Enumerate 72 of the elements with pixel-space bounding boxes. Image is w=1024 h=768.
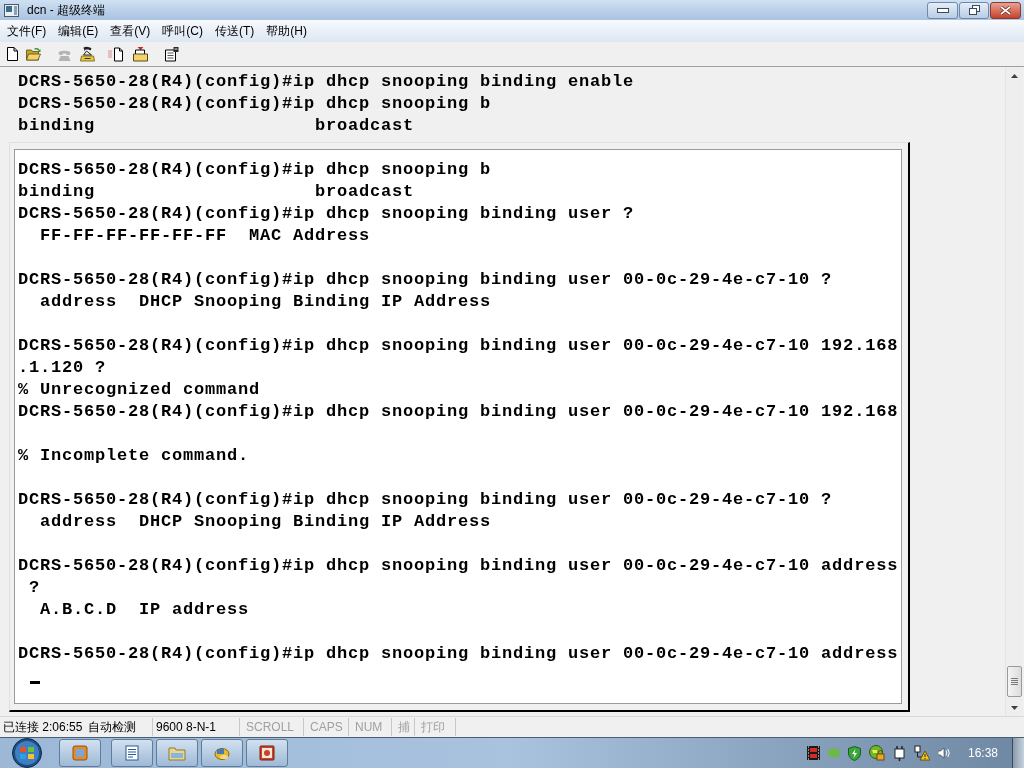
port-settings: 9600 8-N-1 <box>156 720 217 734</box>
minimize-button[interactable] <box>927 1 958 19</box>
restore-icon <box>968 5 980 15</box>
document-icon[interactable] <box>4 46 21 62</box>
scroll-thumb[interactable] <box>1006 666 1022 697</box>
send-document-icon[interactable] <box>107 46 124 62</box>
grip-icon <box>1010 678 1018 685</box>
menu-item[interactable]: 帮助(H) <box>260 23 313 39</box>
detection-status: 自动检测 <box>88 720 137 734</box>
terminal-line: FF-FF-FF-FF-FF-FF MAC Address <box>40 225 371 247</box>
folder-icon <box>168 745 186 761</box>
taskbar-button[interactable] <box>111 739 153 767</box>
restore-button[interactable] <box>959 1 989 19</box>
presentation-icon <box>259 745 275 761</box>
terminal-line: .1.120 ? <box>18 357 106 379</box>
terminal-line: DCRS-5650-28(R4)(config)#ip dhcp snooping b <box>18 93 492 115</box>
close-button[interactable] <box>990 1 1021 19</box>
terminal-line: DCRS-5650-28(R4)(config)#ip dhcp snooping binding user 00-0c-29-4e-c7-10 ? <box>18 489 833 511</box>
start-orb-icon[interactable] <box>9 738 45 768</box>
network-warning-icon[interactable] <box>913 745 930 761</box>
taskbar-button[interactable] <box>201 739 243 767</box>
terminal-line: binding broadcast <box>18 181 415 203</box>
terminal-line: DCRS-5650-28(R4)(config)#ip dhcp snooping binding user 00-0c-29-4e-c7-10 ? <box>18 269 833 291</box>
close-icon <box>1000 5 1011 15</box>
terminal-line: binding broadcast <box>18 115 415 137</box>
connection-status: 已连接 2:06:55 <box>3 720 83 734</box>
terminal-line: % Incomplete command. <box>18 445 250 467</box>
speaker-icon[interactable] <box>937 747 950 759</box>
globe-lock-icon[interactable] <box>868 745 885 761</box>
terminal-line: % Unrecognized command <box>18 379 261 401</box>
film-strip-icon[interactable] <box>806 746 820 760</box>
taskbar-button[interactable] <box>246 739 288 767</box>
menu-item[interactable]: 传送(T) <box>209 23 261 39</box>
document-icon <box>124 745 140 761</box>
status-indicator: 捕 <box>398 720 410 734</box>
cursor-icon <box>30 681 40 684</box>
terminal-line: DCRS-5650-28(R4)(config)#ip dhcp snooping b <box>18 159 492 181</box>
app-icon <box>4 3 19 17</box>
status-indicator: SCROLL <box>246 720 295 734</box>
receive-document-icon[interactable] <box>132 46 149 62</box>
status-indicator: 打印 <box>421 720 445 734</box>
terminal-line: DCRS-5650-28(R4)(config)#ip dhcp snooping binding user 00-0c-29-4e-c7-10 address <box>18 555 899 577</box>
down-arrow-icon[interactable] <box>1010 705 1018 710</box>
minimize-icon <box>936 7 949 13</box>
app-icon <box>213 745 231 761</box>
telephone-icon[interactable] <box>79 46 96 62</box>
terminal-line: ? <box>29 577 40 599</box>
taskbar-button[interactable] <box>156 739 198 767</box>
terminal-line: A.B.C.D IP address <box>40 599 250 621</box>
picture-icon <box>72 745 88 761</box>
terminal-line: DCRS-5650-28(R4)(config)#ip dhcp snooping binding user 00-0c-29-4e-c7-10 address <box>18 643 899 665</box>
properties-icon[interactable] <box>163 46 180 62</box>
menu-item[interactable]: 编辑(E) <box>52 23 105 39</box>
plug-icon[interactable] <box>892 745 906 761</box>
show-desktop-button[interactable] <box>1012 738 1024 768</box>
open-folder-icon[interactable] <box>25 46 42 62</box>
terminal-line: address DHCP Snooping Binding IP Address <box>40 291 492 313</box>
menu-item[interactable]: 呼叫(C) <box>156 23 209 39</box>
window-title: dcn - 超级终端 <box>27 3 105 17</box>
up-arrow-icon[interactable] <box>1010 73 1018 78</box>
menu-item[interactable]: 文件(F) <box>1 23 53 39</box>
scrollbar[interactable] <box>1005 67 1022 716</box>
terminal-line: DCRS-5650-28(R4)(config)#ip dhcp snooping binding user ? <box>18 203 635 225</box>
menu-item[interactable]: 查看(V) <box>104 23 157 39</box>
terminal-line: DCRS-5650-28(R4)(config)#ip dhcp snooping binding user 00-0c-29-4e-c7-10 192.168 <box>18 335 899 357</box>
status-indicator: NUM <box>355 720 383 734</box>
shield-icon[interactable] <box>847 745 861 761</box>
terminal-line: DCRS-5650-28(R4)(config)#ip dhcp snooping binding enable <box>18 71 635 93</box>
terminal-line: DCRS-5650-28(R4)(config)#ip dhcp snooping binding user 00-0c-29-4e-c7-10 192.168 <box>18 401 899 423</box>
status-indicator: CAPS <box>310 720 343 734</box>
taskbar-button[interactable] <box>59 739 101 767</box>
terminal-line: address DHCP Snooping Binding IP Address <box>40 511 492 533</box>
